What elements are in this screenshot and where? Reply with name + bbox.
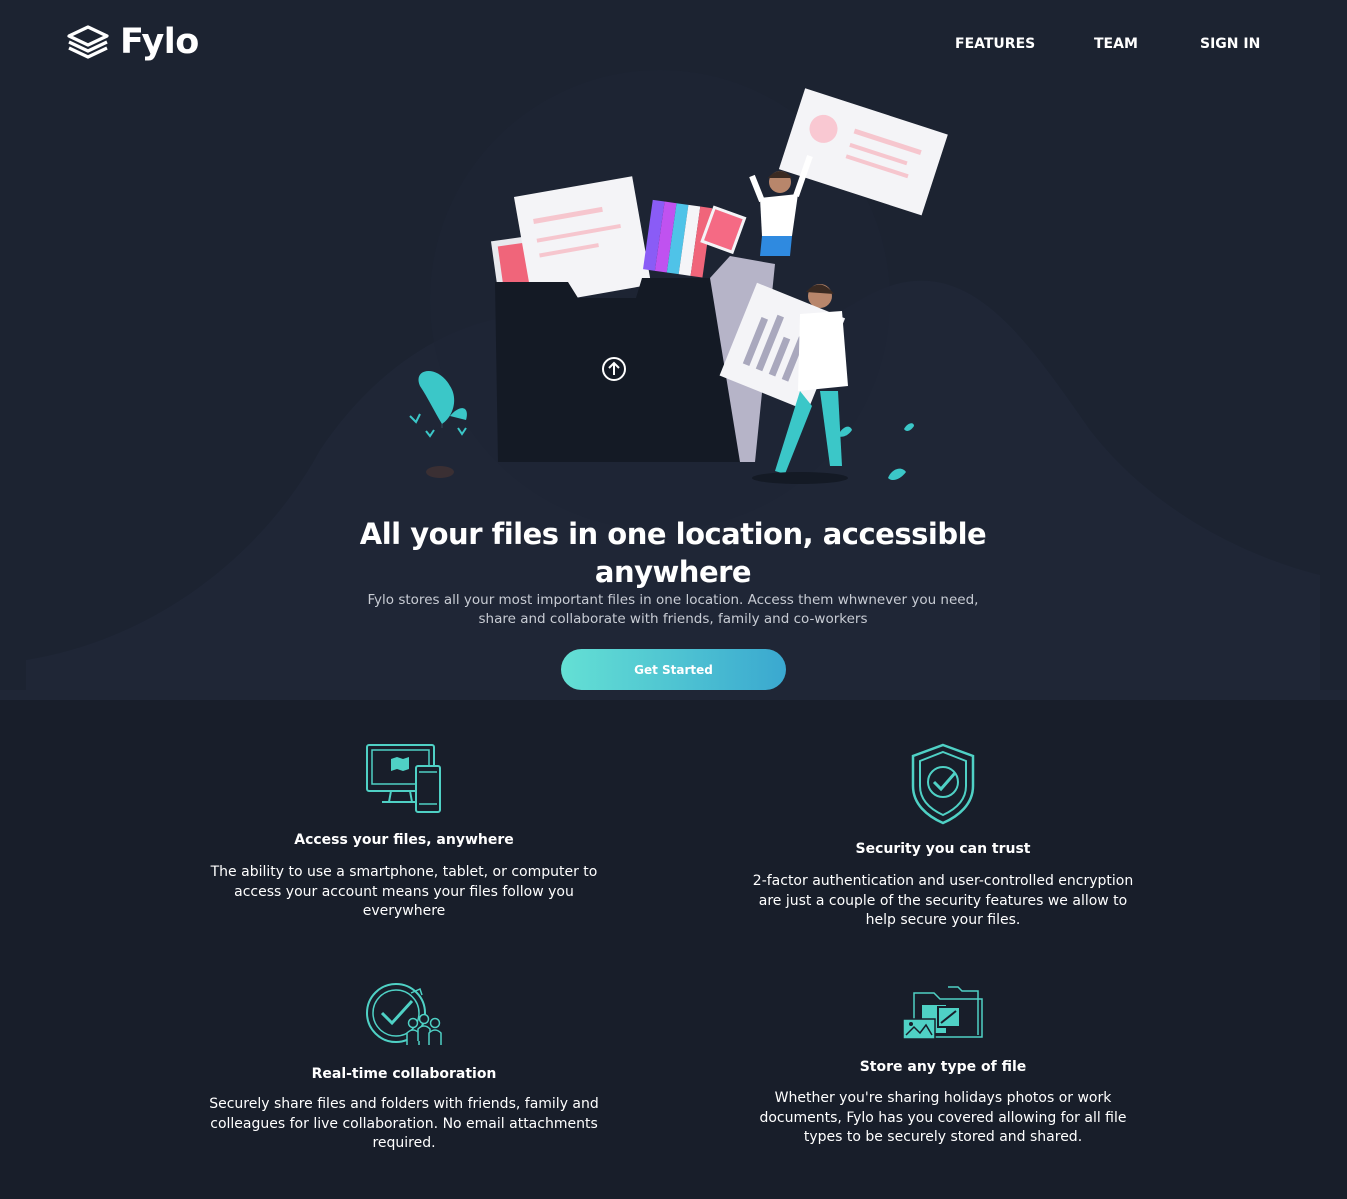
feature-collaboration: Real-time collaboration Securely share f… bbox=[209, 981, 599, 1161]
nav-sign-in[interactable]: SIGN IN bbox=[1200, 36, 1260, 52]
feature-security: Security you can trust 2-factor authenti… bbox=[748, 742, 1138, 932]
shield-check-icon bbox=[911, 743, 975, 825]
feature-title: Access your files, anywhere bbox=[294, 832, 514, 848]
feature-text: 2-factor authentication and user-control… bbox=[752, 873, 1134, 928]
feature-title: Store any type of file bbox=[859, 1059, 1027, 1075]
feature-title: Security you can trust bbox=[855, 841, 1031, 857]
nav-features[interactable]: FEATURES bbox=[955, 36, 1035, 52]
feature-text: The ability to use a smartphone, tablet,… bbox=[210, 864, 598, 919]
file-types-icon bbox=[902, 986, 983, 1040]
hero-subtitle: Fylo stores all your most important file… bbox=[367, 592, 979, 627]
feature-file-types: Store any type of file Whether you're sh… bbox=[748, 981, 1138, 1161]
people-with-folder-and-files-illustration bbox=[409, 88, 948, 484]
devices-icon bbox=[366, 744, 441, 813]
feature-title: Real-time collaboration bbox=[311, 1066, 497, 1082]
feature-access-anywhere: Access your files, anywhere The ability … bbox=[209, 742, 599, 932]
hero-title: All your files in one location, accessib… bbox=[359, 517, 987, 589]
get-started-button[interactable]: Get Started bbox=[561, 649, 786, 690]
main-nav: FEATURES TEAM SIGN IN bbox=[0, 36, 1347, 56]
feature-text: Securely share files and folders with fr… bbox=[209, 1096, 599, 1151]
nav-team[interactable]: TEAM bbox=[1094, 36, 1138, 52]
feature-text: Whether you're sharing holidays photos o… bbox=[759, 1090, 1127, 1145]
collaboration-icon bbox=[366, 983, 442, 1045]
